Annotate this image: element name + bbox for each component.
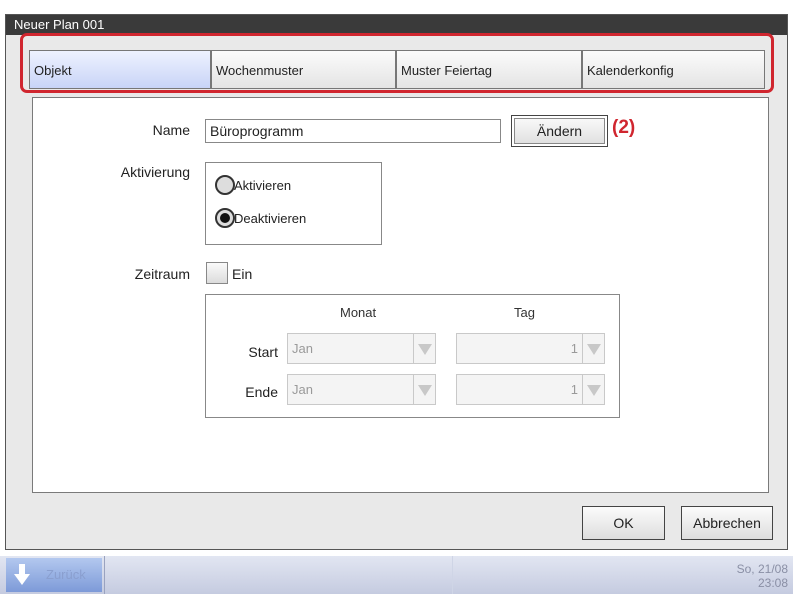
- month-header: Monat: [340, 305, 377, 320]
- tab-objekt[interactable]: Objekt: [29, 50, 211, 89]
- change-button[interactable]: Ändern: [511, 115, 608, 147]
- period-label: Zeitraum: [134, 266, 190, 282]
- activation-label: Aktivierung: [120, 164, 190, 180]
- chevron-down-icon: [413, 375, 435, 404]
- tab-kalenderkonfig[interactable]: Kalenderkonfig: [582, 50, 765, 89]
- period-checkbox[interactable]: [206, 262, 228, 284]
- start-day-value: 1: [570, 341, 578, 356]
- chevron-down-icon: [413, 334, 435, 363]
- chevron-down-icon: [582, 375, 604, 404]
- end-month-value: Jan: [292, 382, 313, 397]
- start-label: Start: [248, 344, 278, 360]
- status-time: 23:08: [757, 576, 788, 590]
- name-field[interactable]: Büroprogramm: [205, 119, 501, 143]
- start-day-select[interactable]: 1: [456, 333, 605, 364]
- arrow-down-icon: [14, 564, 30, 585]
- status-divider: [452, 556, 453, 594]
- tab-muster-feiertag[interactable]: Muster Feiertag: [396, 50, 582, 89]
- window-title: Neuer Plan 001: [6, 15, 787, 35]
- radio-aktivieren[interactable]: [215, 175, 235, 195]
- status-bar: Zurück So, 21/08 23:08: [0, 556, 793, 594]
- back-button[interactable]: Zurück: [6, 558, 102, 592]
- ok-button[interactable]: OK: [582, 506, 665, 540]
- period-checkbox-label: Ein: [232, 266, 253, 282]
- name-label: Name: [152, 122, 190, 138]
- end-label: Ende: [245, 384, 278, 400]
- day-header: Tag: [514, 305, 535, 320]
- start-month-value: Jan: [292, 341, 313, 356]
- radio-deaktivieren-label: Deaktivieren: [234, 211, 307, 226]
- start-month-select[interactable]: Jan: [287, 333, 436, 364]
- radio-aktivieren-label: Aktivieren: [234, 178, 292, 193]
- end-day-select[interactable]: 1: [456, 374, 605, 405]
- end-month-select[interactable]: Jan: [287, 374, 436, 405]
- end-day-value: 1: [570, 382, 578, 397]
- back-label: Zurück: [46, 567, 86, 582]
- callout-marker: (2): [612, 117, 636, 138]
- tab-wochenmuster[interactable]: Wochenmuster: [211, 50, 396, 89]
- chevron-down-icon: [582, 334, 604, 363]
- activation-group: [205, 162, 382, 245]
- status-divider: [104, 556, 105, 594]
- cancel-button[interactable]: Abbrechen: [681, 506, 773, 540]
- status-date: So, 21/08: [736, 562, 788, 576]
- radio-deaktivieren[interactable]: [215, 208, 235, 228]
